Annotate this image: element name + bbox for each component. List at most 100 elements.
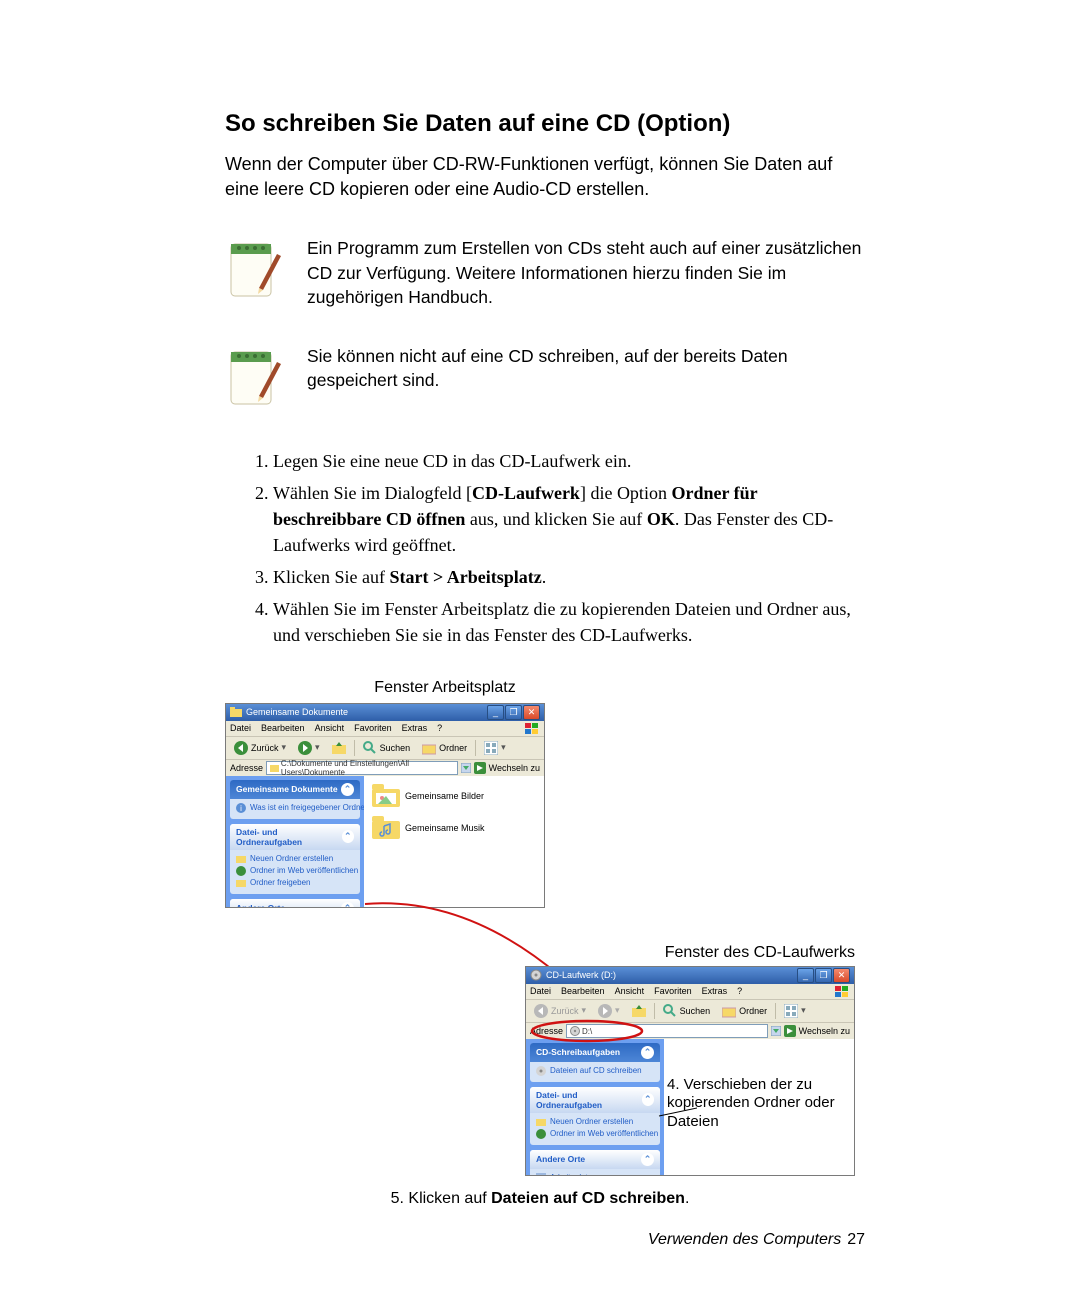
search-button[interactable]: Suchen (359, 740, 415, 756)
task-item[interactable]: iWas ist ein freigegebener Ordner? (236, 803, 354, 813)
window-title: CD-Laufwerk (D:) (546, 970, 616, 980)
computer-icon (536, 1173, 546, 1176)
dropdown-icon[interactable] (771, 1026, 781, 1036)
views-icon (484, 741, 498, 755)
close-button[interactable]: ✕ (523, 705, 540, 720)
address-label: Adresse (230, 763, 263, 773)
back-button[interactable]: Zurück ▾ (530, 1003, 590, 1019)
folders-icon (722, 1004, 736, 1018)
menu-item[interactable]: Ansicht (315, 723, 345, 733)
menu-item[interactable]: Bearbeiten (561, 986, 605, 996)
info-icon: i (236, 803, 246, 813)
folder-up-icon (632, 1004, 646, 1018)
menu-item[interactable]: Extras (702, 986, 728, 996)
menu-item[interactable]: Datei (530, 986, 551, 996)
go-label: Wechseln zu (799, 1026, 850, 1036)
menu-item[interactable]: Favoriten (654, 986, 692, 996)
folders-button[interactable]: Ordner (418, 740, 471, 756)
menu-item[interactable]: Favoriten (354, 723, 392, 733)
forward-button[interactable]: ▾ (294, 740, 324, 756)
panel-file-tasks: Datei- und Ordneraufgaben⌃ Neuen Ordner … (530, 1087, 660, 1145)
step-3: Klicken Sie auf Start > Arbeitsplatz. (273, 564, 865, 590)
menu-item[interactable]: ? (737, 986, 742, 996)
views-button[interactable]: ▾ (780, 1003, 810, 1019)
cd-drive-icon (570, 1026, 580, 1036)
maximize-button[interactable]: ❐ (505, 705, 522, 720)
window-title: Gemeinsame Dokumente (246, 707, 348, 717)
go-button[interactable] (784, 1025, 796, 1037)
menu-item[interactable]: ? (437, 723, 442, 733)
folder-music-icon (372, 816, 400, 840)
chevron-up-icon[interactable]: ⌃ (341, 902, 354, 908)
back-button[interactable]: Zurück ▾ (230, 740, 290, 756)
search-icon (363, 741, 377, 755)
task-item[interactable]: Neuen Ordner erstellen (236, 854, 354, 864)
go-label: Wechseln zu (489, 763, 540, 773)
minimize-button[interactable]: _ (797, 968, 814, 983)
folders-icon (422, 741, 436, 755)
task-item[interactable]: Ordner im Web veröffentlichen (236, 866, 354, 876)
up-button[interactable] (628, 1003, 650, 1019)
dropdown-icon[interactable] (461, 763, 471, 773)
panel-other-places: Andere Orte⌃ Arbeitsplatz Eigene Dateien… (230, 899, 360, 908)
folder-item[interactable]: Gemeinsame Musik (372, 816, 536, 840)
task-item[interactable]: Ordner im Web veröffentlichen (536, 1129, 654, 1139)
chevron-up-icon[interactable]: ⌃ (342, 830, 354, 843)
caption-2: Fenster des CD-Laufwerks (665, 944, 855, 962)
windows-flag-icon (835, 986, 850, 997)
panel-shared-docs: Gemeinsame Dokumente⌃ iWas ist ein freig… (230, 780, 360, 819)
address-field[interactable]: C:\Dokumente und Einstellungen\All Users… (266, 761, 458, 775)
forward-button[interactable]: ▾ (594, 1003, 624, 1019)
page-footer: Verwenden des Computers27 (648, 1231, 865, 1249)
panel-file-tasks: Datei- und Ordneraufgaben⌃ Neuen Ordner … (230, 824, 360, 894)
notepad-pen-icon (225, 236, 285, 306)
close-button[interactable]: ✕ (833, 968, 850, 983)
back-icon (534, 1004, 548, 1018)
forward-icon (598, 1004, 612, 1018)
search-button[interactable]: Suchen (659, 1003, 715, 1019)
new-folder-icon (236, 854, 246, 864)
step-1: Legen Sie eine neue CD in das CD-Laufwer… (273, 448, 865, 474)
go-button[interactable] (474, 762, 486, 774)
menu-item[interactable]: Bearbeiten (261, 723, 305, 733)
address-label: Adresse (530, 1026, 563, 1036)
chevron-up-icon[interactable]: ⌃ (341, 783, 354, 796)
window-arbeitsplatz: Gemeinsame Dokumente _ ❐ ✕ Datei Bearbei… (225, 703, 545, 908)
folder-item[interactable]: Gemeinsame Bilder (372, 784, 536, 808)
minimize-button[interactable]: _ (487, 705, 504, 720)
task-item[interactable]: Neuen Ordner erstellen (536, 1117, 654, 1127)
go-arrow-icon (786, 1027, 794, 1035)
windows-flag-icon (525, 723, 540, 734)
menu-item[interactable]: Extras (402, 723, 428, 733)
panel-other-places: Andere Orte⌃ Arbeitsplatz Eigene Dateien… (530, 1150, 660, 1176)
cd-write-icon (536, 1066, 546, 1076)
svg-text:i: i (240, 804, 242, 813)
page-heading: So schreiben Sie Daten auf eine CD (Opti… (225, 110, 865, 138)
step-4: Wählen Sie im Fenster Arbeitsplatz die z… (273, 596, 865, 648)
task-write-cd[interactable]: Dateien auf CD schreiben (536, 1066, 654, 1076)
folder-icon (230, 706, 242, 718)
up-button[interactable] (328, 740, 350, 756)
folder-up-icon (332, 741, 346, 755)
folders-button[interactable]: Ordner (718, 1003, 771, 1019)
chevron-up-icon[interactable]: ⌃ (642, 1093, 654, 1106)
note-2-text: Sie können nicht auf eine CD schreiben, … (307, 344, 865, 393)
folder-icon (270, 763, 279, 773)
views-button[interactable]: ▾ (480, 740, 510, 756)
callout-4: 4. Verschieben der zu kopierenden Ordner… (667, 1076, 847, 1132)
chevron-up-icon[interactable]: ⌃ (641, 1046, 654, 1059)
task-item[interactable]: Ordner freigeben (236, 878, 354, 888)
note-1-text: Ein Programm zum Erstellen von CDs steht… (307, 236, 865, 310)
task-item[interactable]: Arbeitsplatz (536, 1173, 654, 1176)
address-field[interactable]: D:\ (566, 1024, 768, 1038)
chevron-up-icon[interactable]: ⌃ (641, 1153, 654, 1166)
cd-drive-icon (530, 969, 542, 981)
back-icon (234, 741, 248, 755)
search-icon (663, 1004, 677, 1018)
note-2: Sie können nicht auf eine CD schreiben, … (225, 344, 865, 414)
new-folder-icon (536, 1117, 546, 1127)
menu-item[interactable]: Ansicht (615, 986, 645, 996)
panel-cd-write: CD-Schreibaufgaben⌃ Dateien auf CD schre… (530, 1043, 660, 1082)
maximize-button[interactable]: ❐ (815, 968, 832, 983)
menu-item[interactable]: Datei (230, 723, 251, 733)
